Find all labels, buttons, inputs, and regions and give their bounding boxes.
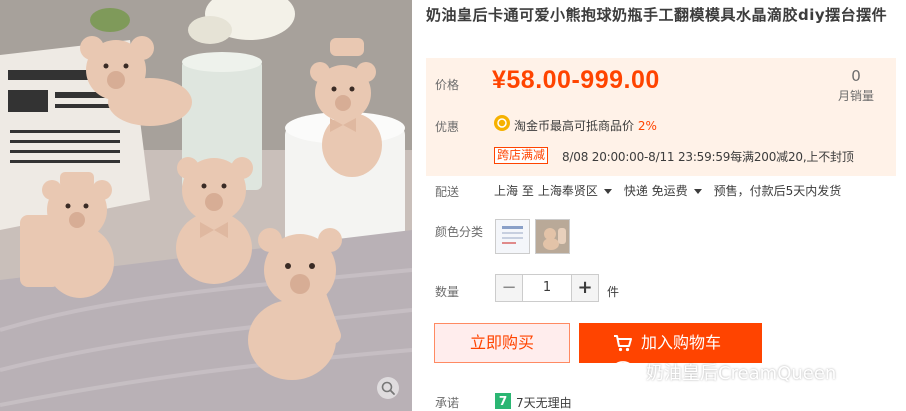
- monthly-sales: 0 月销量: [832, 67, 880, 104]
- color-label: 颜色分类: [435, 225, 484, 239]
- price-value: ¥58.00-999.00: [492, 66, 660, 94]
- ship-method: 快递 免运费: [623, 184, 688, 198]
- color-swatch-option-1[interactable]: [495, 219, 530, 254]
- product-info-panel: 奶油皇后卡通可爱小熊抱球奶瓶手工翻模模具水晶滴胶diy摆台摆件 价格 ¥58.0…: [424, 0, 900, 411]
- price-box: 价格 ¥58.00-999.00 0 月销量 优惠 淘金币最高可抵商品价 2% …: [426, 58, 896, 176]
- ship-from: 上海 至: [494, 184, 534, 198]
- buy-now-button[interactable]: 立即购买: [434, 323, 570, 363]
- chevron-down-icon: [693, 189, 702, 194]
- quantity-label: 数量: [435, 285, 460, 299]
- swatch-2-image: [536, 220, 569, 253]
- shipping-label: 配送: [435, 185, 460, 199]
- promotion-label: 优惠: [435, 120, 460, 134]
- sales-label: 月销量: [837, 89, 874, 103]
- sales-count: 0: [851, 67, 861, 85]
- cross-shop-discount-tag[interactable]: 跨店满减: [494, 147, 549, 164]
- product-title: 奶油皇后卡通可爱小熊抱球奶瓶手工翻模模具水晶滴胶diy摆台摆件: [426, 6, 888, 24]
- wechat-watermark: 奶油皇后CreamQueen: [612, 357, 836, 387]
- seven-day-return-text[interactable]: 7天无理由: [516, 394, 572, 411]
- price-label: 价格: [435, 78, 460, 92]
- watermark-text: 奶油皇后CreamQueen: [646, 363, 837, 384]
- add-to-cart-label: 加入购物车: [641, 333, 722, 352]
- chevron-down-icon: [603, 189, 612, 194]
- wechat-icon: [612, 361, 639, 383]
- coin-offer[interactable]: 淘金币最高可抵商品价 2%: [514, 117, 657, 134]
- product-image[interactable]: [0, 0, 412, 411]
- ship-to: 上海奉贤区: [537, 184, 598, 198]
- ship-method-selector[interactable]: 快递 免运费: [624, 184, 710, 198]
- taojinbi-coin-icon: [494, 115, 510, 131]
- ship-to-selector[interactable]: 上海奉贤区: [538, 184, 620, 198]
- seven-day-return-icon: 7: [495, 393, 511, 409]
- quantity-unit: 件: [607, 285, 620, 299]
- shipping-line: 上海 至上海奉贤区 快递 免运费 预售，付款后5天内发货: [494, 182, 845, 199]
- quantity-stepper: − 1 +: [495, 274, 599, 302]
- magnifier-icon[interactable]: [377, 377, 399, 399]
- promise-label: 承诺: [435, 396, 460, 410]
- shopping-cart-icon: [614, 335, 632, 352]
- ship-note: 预售，付款后5天内发货: [713, 184, 842, 198]
- quantity-increase-button[interactable]: +: [571, 274, 599, 302]
- cross-shop-promo-text: 8/08 20:00:00-8/11 23:59:59每满200减20,上不封顶: [562, 150, 854, 164]
- quantity-input[interactable]: 1: [523, 274, 571, 302]
- swatch-1-image: [496, 220, 529, 253]
- coin-offer-rate: 2%: [637, 119, 657, 133]
- color-swatch-option-2[interactable]: [535, 219, 570, 254]
- bear-figurines-photo: [0, 0, 412, 411]
- quantity-decrease-button[interactable]: −: [495, 274, 523, 302]
- coin-offer-text: 淘金币最高可抵商品价: [514, 119, 635, 133]
